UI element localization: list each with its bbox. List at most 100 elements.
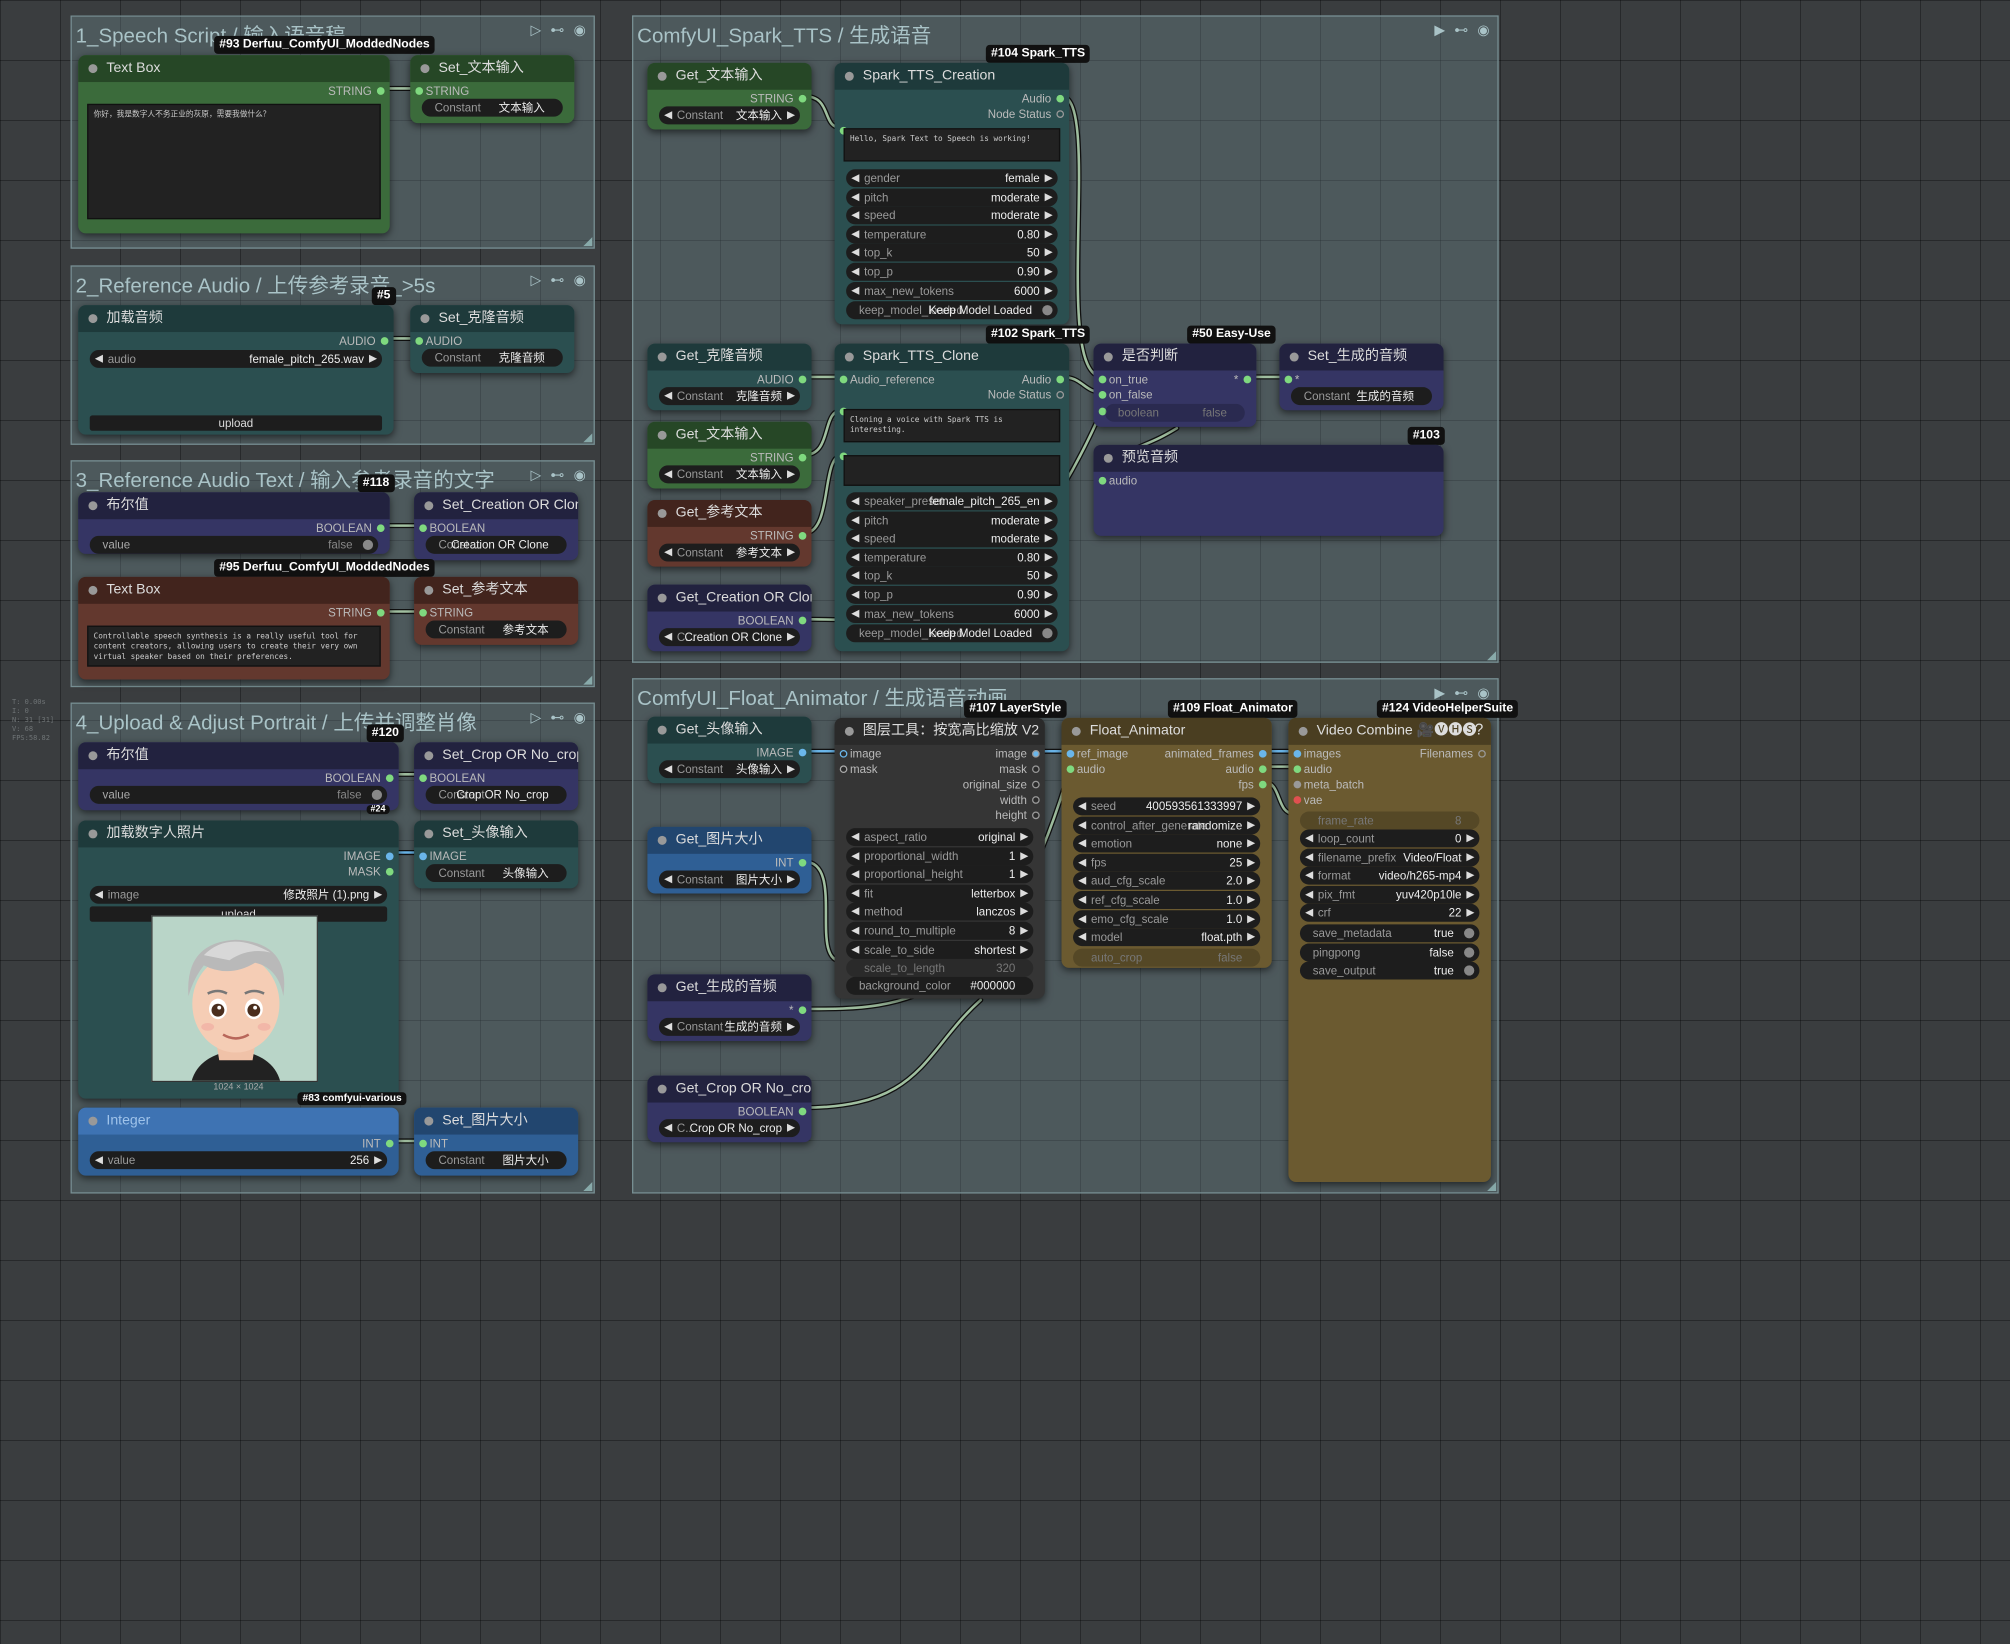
output-socket[interactable] [798,616,807,625]
combo-widget[interactable]: ◀ gender female ▶ [846,169,1058,188]
combo-widget[interactable]: ◀ scale_to_side shortest ▶ [846,940,1034,959]
node-title[interactable]: 加载音频 [78,305,394,333]
arrow-right-icon[interactable]: ▶ [1020,866,1028,884]
arrow-left-icon[interactable]: ◀ [851,567,859,585]
text-area[interactable]: Controllable speech synthesis is a reall… [87,625,381,667]
text-box-node-reference[interactable]: Text Box STRING Controllable speech synt… [78,576,390,680]
arrow-right-icon[interactable]: ▶ [374,1151,382,1169]
input-socket[interactable] [415,87,424,95]
text-area-empty[interactable] [843,455,1061,486]
arrow-right-icon[interactable]: ▶ [787,465,795,483]
output-socket[interactable] [380,337,389,345]
output-socket[interactable] [1258,749,1267,758]
load-image-node[interactable]: 加载数字人照片 IMAGE MASK ◀ image 修改照片 (1).png ▶ u… [78,820,399,1099]
set-reference-text-node[interactable]: Set_参考文本 STRING Constant 参考文本 [414,576,579,645]
get-text-node-2[interactable]: Get_文本输入 STRING ◀ Constant 文本输入 ▶ [647,421,812,489]
get-clone-audio-node[interactable]: Get_克隆音频 AUDIO ◀ Constant 克隆音频 ▶ [647,343,812,411]
resize-handle[interactable] [1487,651,1497,661]
node-title[interactable]: 布尔值 [78,492,390,520]
arrow-left-icon[interactable]: ◀ [1305,904,1313,922]
node-title[interactable]: 布尔值 [78,742,399,770]
constant-widget[interactable]: Const ... Creation OR Clone [425,535,567,554]
combo-widget[interactable]: ◀ top_p 0.90 ▶ [846,585,1058,604]
arrow-left-icon[interactable]: ◀ [851,511,859,529]
output-socket[interactable] [1032,811,1040,820]
input-socket[interactable] [839,765,848,774]
constant-widget[interactable]: Constant 文本输入 [421,98,563,117]
layer-scale-node[interactable]: 图层工具：按宽高比缩放 V2 image mask image mask origi… [834,717,1045,999]
constant-widget[interactable]: Constant 图片大小 [425,1151,567,1170]
arrow-left-icon[interactable]: ◀ [851,282,859,300]
arrow-left-icon[interactable]: ◀ [664,870,672,888]
arrow-left-icon[interactable]: ◀ [664,1119,672,1137]
boolean-node[interactable]: 布尔值 BOOLEAN value false [78,492,390,554]
get-head-input-node[interactable]: Get_头像输入 IMAGE ◀ Constant 头像输入 ▶ [647,716,812,784]
boolean-node-crop[interactable]: 布尔值 BOOLEAN value false [78,742,399,811]
input-socket[interactable] [1098,375,1107,384]
combo-widget[interactable]: ◀ crf 22 ▶ [1299,904,1480,923]
arrow-left-icon[interactable]: ◀ [851,188,859,206]
output-socket[interactable] [385,867,394,876]
node-title[interactable]: Get_文本输入 [647,421,812,449]
node-title[interactable]: Set_图片大小 [414,1107,579,1135]
constant-combo[interactable]: ◀ C... Creation OR Clone ▶ [658,628,800,647]
combo-widget[interactable]: ◀ fit letterbox ▶ [846,884,1034,903]
get-crop-node[interactable]: Get_Crop OR No_crop BOOLEAN ◀ C... Crop OR… [647,1075,812,1143]
input-socket[interactable] [1293,749,1302,758]
constant-combo[interactable]: ◀ Constant 图片大小 ▶ [658,870,800,889]
combo-widget[interactable]: ◀ speed moderate ▶ [846,206,1058,225]
input-socket[interactable] [1293,765,1302,774]
arrow-right-icon[interactable]: ▶ [1045,511,1053,529]
toggle-knob[interactable] [1464,946,1475,958]
set-image-size-node[interactable]: Set_图片大小 INT Constant 图片大小 [414,1107,579,1176]
set-generated-audio-node[interactable]: Set_生成的音频 * Constant 生成的音频 [1279,343,1444,411]
toggle-widget[interactable]: save_metadata true [1299,924,1480,943]
upload-button[interactable]: upload [89,415,383,431]
help-icon[interactable]: ? [1475,720,1484,738]
combo-widget[interactable]: ◀ pix_fmt yuv420p10le ▶ [1299,885,1480,904]
output-socket[interactable] [798,375,807,384]
combo-widget[interactable]: ◀ top_p 0.90 ▶ [846,262,1058,281]
arrow-left-icon[interactable]: ◀ [851,940,859,958]
arrow-right-icon[interactable]: ▶ [1045,263,1053,281]
arrow-left-icon[interactable]: ◀ [851,492,859,510]
node-title[interactable]: Float_Animator [1061,717,1272,745]
node-title[interactable]: 是否判断 [1093,343,1257,371]
arrow-right-icon[interactable]: ▶ [1247,891,1255,909]
output-socket[interactable] [1258,780,1267,789]
arrow-left-icon[interactable]: ◀ [664,628,672,646]
output-socket[interactable] [376,87,385,95]
input-socket[interactable] [415,337,424,345]
arrow-right-icon[interactable]: ▶ [1045,548,1053,566]
text-area[interactable]: Cloning a voice with Spark TTS is intere… [843,408,1061,443]
set-text-node[interactable]: Set_文本输入 STRING Constant 文本输入 [410,55,575,124]
toggle-knob[interactable] [1042,305,1053,316]
node-title[interactable]: Set_Crop OR No_crop [414,742,579,770]
combo-widget[interactable]: ◀ method lanczos ▶ [846,903,1034,921]
toggle-knob[interactable] [1464,928,1475,939]
load-audio-node[interactable]: 加载音频 AUDIO ◀ audio female_pitch_265.wav ▶ u… [78,305,394,435]
node-title[interactable]: Text Box [78,55,390,83]
combo-widget[interactable]: ◀ round_to_multiple 8 ▶ [846,921,1034,940]
node-title[interactable]: Get_头像输入 [647,716,812,744]
group-controls-icon[interactable]: ▷ ⊷ ◉ [531,22,589,38]
arrow-right-icon[interactable]: ▶ [1247,872,1255,890]
resize-handle[interactable] [583,1182,593,1191]
node-title[interactable]: Get_克隆音频 [647,343,812,371]
constant-combo[interactable]: ◀ Constant 文本输入 ▶ [658,465,800,484]
input-socket[interactable] [419,1139,427,1148]
arrow-right-icon[interactable]: ▶ [1045,605,1053,623]
integer-node[interactable]: Integer INT ◀ value 256 ▶ [78,1107,399,1176]
node-title[interactable]: Set_生成的音频 [1279,343,1444,371]
constant-widget[interactable]: Constant 生成的音频 [1290,387,1432,406]
int-widget[interactable]: ◀ value 256 ▶ [89,1151,388,1170]
combo-widget[interactable]: ◀ max_new_tokens 6000 ▶ [846,604,1058,623]
get-image-size-node[interactable]: Get_图片大小 INT ◀ Constant 图片大小 ▶ [647,826,812,894]
output-socket[interactable] [798,453,807,462]
arrow-right-icon[interactable]: ▶ [1020,828,1028,846]
arrow-right-icon[interactable]: ▶ [1020,847,1028,865]
image-combo[interactable]: ◀ image 修改照片 (1).png ▶ [89,885,388,904]
arrow-right-icon[interactable]: ▶ [1466,829,1474,847]
arrow-right-icon[interactable]: ▶ [787,106,795,124]
resize-handle[interactable] [583,675,593,685]
